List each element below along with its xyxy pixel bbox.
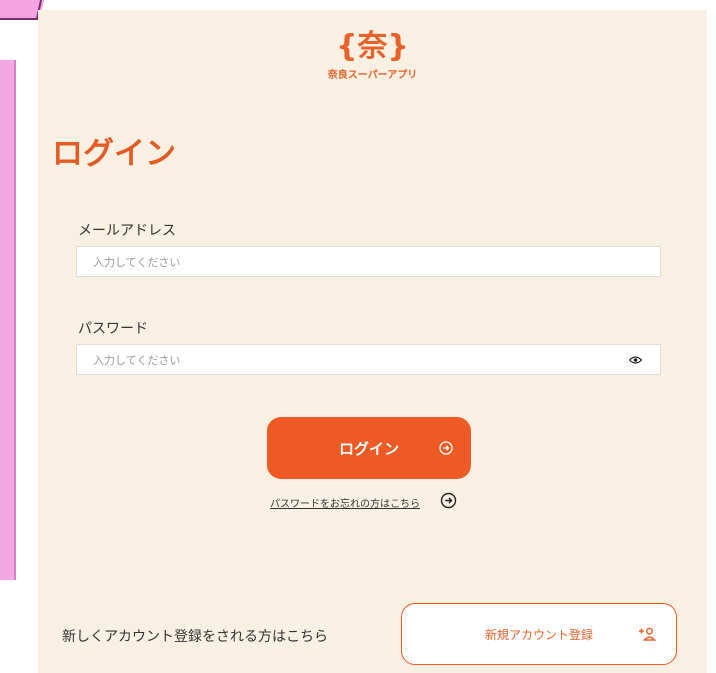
forgot-password-link[interactable]: パスワードをお忘れの方はこちら	[270, 495, 420, 510]
signup-prompt: 新しくアカウント登録をされる方はこちら	[62, 629, 328, 645]
password-field[interactable]: 入力してください	[76, 344, 661, 375]
arrow-circle-icon[interactable]	[440, 492, 457, 509]
eye-icon[interactable]	[629, 355, 642, 364]
email-label: メールアドレス	[78, 223, 176, 239]
login-panel: {奈} 奈良スーパーアプリ ログイン メールアドレス 入力してください パスワー…	[38, 10, 707, 673]
email-field[interactable]: 入力してください	[76, 246, 661, 277]
signup-button[interactable]: 新規アカウント登録	[401, 603, 677, 665]
signup-button-label: 新規アカウント登録	[484, 627, 593, 642]
page-title: ログイン	[52, 136, 176, 172]
password-label: パスワード	[78, 321, 148, 337]
arrow-circle-icon	[439, 441, 453, 455]
password-placeholder: 入力してください	[93, 353, 181, 367]
side-overlay	[0, 60, 16, 580]
login-button-label: ログイン	[338, 439, 399, 458]
email-placeholder: 入力してください	[93, 255, 181, 269]
logo-name: 奈良スーパーアプリ	[327, 70, 418, 81]
add-user-icon	[639, 627, 656, 641]
login-button[interactable]: ログイン	[267, 417, 471, 479]
app-logo: {奈} 奈良スーパーアプリ	[38, 29, 707, 82]
logo-mark: {奈}	[336, 29, 409, 64]
